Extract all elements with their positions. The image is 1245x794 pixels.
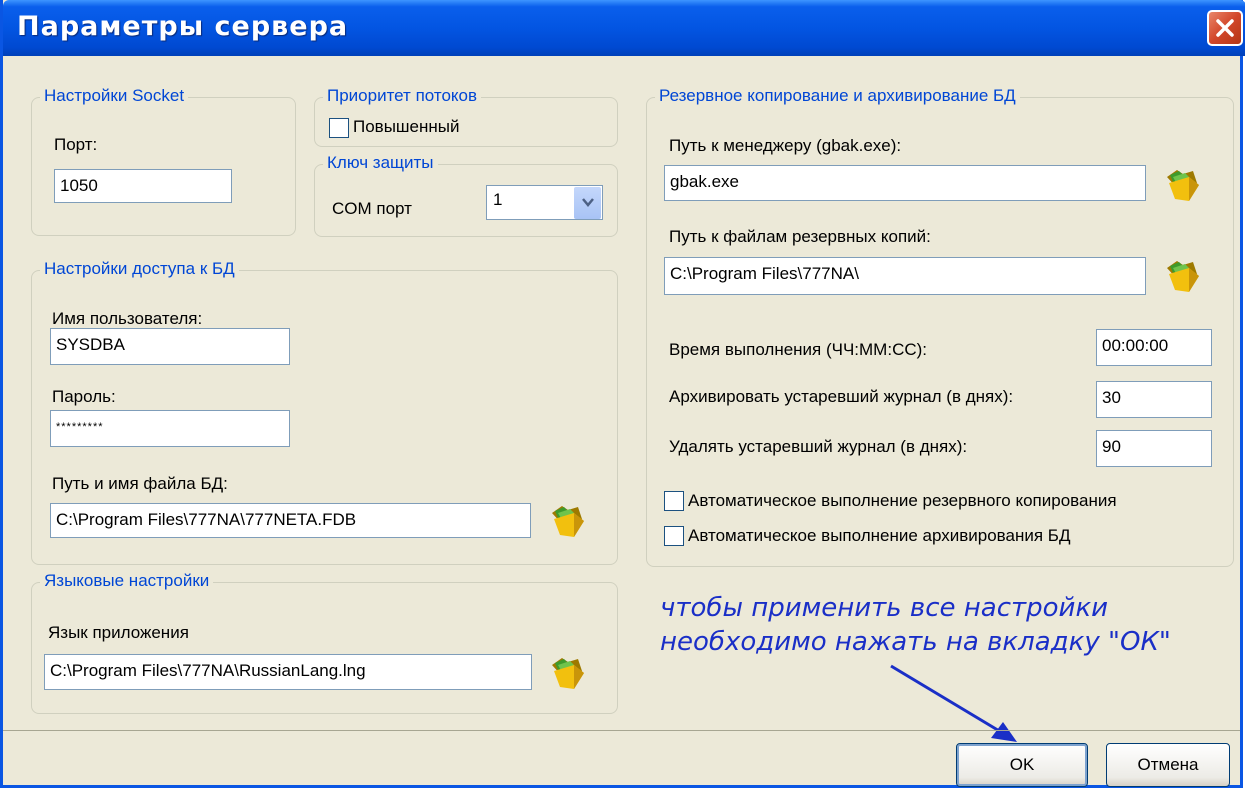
username-label: Имя пользователя: (52, 309, 203, 328)
browse-gbak-button[interactable] (1163, 165, 1203, 205)
db-path-input[interactable]: C:\Program Files\777NA\777NETA.FDB (50, 503, 531, 538)
protection-key-group: Ключ защиты COM порт 1 (314, 153, 618, 237)
browse-language-button[interactable] (548, 653, 588, 693)
browse-backup-files-button[interactable] (1163, 256, 1203, 296)
folder-open-icon (552, 658, 584, 689)
app-language-label: Язык приложения (48, 623, 189, 642)
delete-days-label: Удалять устаревший журнал (в днях): (669, 437, 968, 456)
backup-files-path-input[interactable]: C:\Program Files\777NA\ (664, 257, 1146, 295)
auto-archive-label: Автоматическое выполнение архивирования … (688, 526, 1071, 545)
archive-days-label: Архивировать устаревший журнал (в днях): (669, 387, 1014, 406)
port-input[interactable]: 1050 (54, 169, 232, 203)
socket-settings-group: Настройки Socket Порт: 1050 (31, 86, 296, 236)
app-language-input[interactable]: C:\Program Files\777NA\RussianLang.lng (44, 654, 532, 690)
com-port-label: COM порт (332, 199, 412, 218)
server-settings-dialog: Параметры сервера Настройки Socket Порт:… (0, 0, 1245, 788)
protection-key-legend: Ключ защиты (323, 153, 438, 173)
folder-open-icon (552, 506, 584, 537)
password-label: Пароль: (52, 387, 116, 406)
auto-backup-label: Автоматическое выполнение резервного коп… (688, 491, 1117, 510)
browse-db-path-button[interactable] (548, 501, 588, 541)
db-path-label: Путь и имя файла БД: (52, 474, 228, 493)
backup-group: Резервное копирование и архивирование БД… (646, 86, 1234, 567)
run-time-input[interactable]: 00:00:00 (1096, 329, 1212, 366)
close-button[interactable] (1207, 10, 1243, 46)
gbak-path-label: Путь к менеджеру (gbak.exe): (669, 136, 902, 155)
run-time-label: Время выполнения (ЧЧ:ММ:СС): (669, 340, 928, 359)
dropdown-button[interactable] (574, 187, 601, 219)
db-access-legend: Настройки доступа к БД (40, 259, 239, 279)
auto-archive-checkbox[interactable] (664, 526, 684, 546)
thread-priority-group: Приоритет потоков Повышенный (314, 86, 618, 147)
cancel-button[interactable]: Отмена (1106, 743, 1230, 787)
window-title: Параметры сервера (17, 11, 349, 42)
socket-settings-legend: Настройки Socket (40, 86, 189, 106)
thread-priority-legend: Приоритет потоков (323, 86, 482, 106)
chevron-down-icon (582, 198, 594, 207)
com-port-select[interactable]: 1 (486, 185, 603, 220)
close-icon (1216, 19, 1234, 37)
gbak-path-input[interactable]: gbak.exe (664, 165, 1146, 201)
button-separator (3, 730, 1240, 731)
db-access-group: Настройки доступа к БД Имя пользователя:… (31, 259, 618, 565)
delete-days-input[interactable]: 90 (1096, 430, 1212, 467)
com-port-value: 1 (493, 190, 503, 209)
elevated-priority-checkbox[interactable] (329, 118, 349, 138)
annotation-note: чтобы применить все настройки необходимо… (660, 591, 1171, 659)
ok-button[interactable]: OK (956, 743, 1088, 787)
port-label: Порт: (54, 135, 98, 154)
folder-open-icon (1167, 170, 1199, 201)
archive-days-input[interactable]: 30 (1096, 381, 1212, 418)
elevated-priority-label: Повышенный (353, 117, 460, 136)
auto-backup-checkbox[interactable] (664, 491, 684, 511)
folder-open-icon (1167, 261, 1199, 292)
language-settings-legend: Языковые настройки (40, 571, 214, 591)
annotation-line-1: чтобы применить все настройки (660, 593, 1109, 623)
username-input[interactable]: SYSDBA (50, 328, 290, 365)
annotation-line-2: необходимо нажать на вкладку "ОК" (660, 627, 1171, 657)
backup-legend: Резервное копирование и архивирование БД (655, 86, 1020, 106)
language-settings-group: Языковые настройки Язык приложения C:\Pr… (31, 571, 618, 714)
password-input[interactable]: ********* (50, 410, 290, 447)
title-bar[interactable]: Параметры сервера (3, 0, 1245, 56)
backup-files-path-label: Путь к файлам резервных копий: (669, 227, 931, 246)
